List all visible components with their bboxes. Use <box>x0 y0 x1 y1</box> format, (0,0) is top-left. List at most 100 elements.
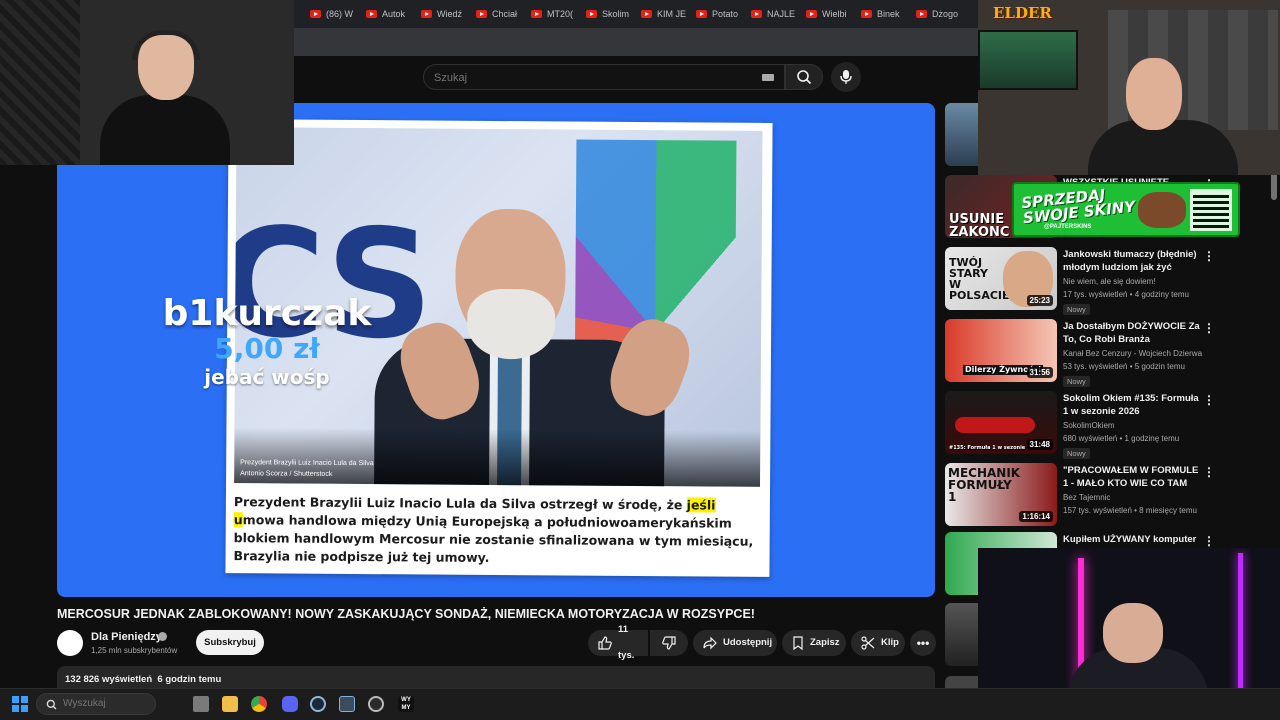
channel-name[interactable]: Dla Pieniędzy <box>91 631 162 643</box>
video-thumbnail[interactable] <box>945 603 978 666</box>
share-icon <box>703 636 717 650</box>
new-badge: Nowy <box>1063 448 1090 459</box>
more-vert-icon[interactable]: ⋮ <box>1203 534 1215 548</box>
save-button[interactable]: Zapisz <box>782 630 846 656</box>
file-explorer-icon[interactable] <box>222 696 238 712</box>
led-light <box>1238 553 1243 703</box>
task-view-icon[interactable] <box>193 696 209 712</box>
streamer-body <box>100 95 230 165</box>
video-title[interactable]: Jankowski tłumaczy (błędnie) młodym ludz… <box>1063 248 1203 274</box>
keyboard-icon[interactable] <box>762 74 774 81</box>
youtube-icon <box>586 10 597 18</box>
video-thumbnail[interactable]: Dilerzy Żywności 31:56 <box>945 319 1057 382</box>
photo-caption: Prezydent Brazylii Luiz Inacio Lula da S… <box>240 459 374 478</box>
subscribe-button[interactable]: Subskrybuj <box>196 630 264 655</box>
obs-icon[interactable] <box>368 696 384 712</box>
scissors-icon <box>861 636 875 650</box>
channel-avatar[interactable] <box>57 630 83 656</box>
donation-message: jebać wośp <box>204 365 330 389</box>
youtube-icon <box>916 10 927 18</box>
video-thumbnail[interactable] <box>945 103 978 166</box>
recommended-video[interactable]: #135: Formuła 1 w sezonie 31:48 Sokolim … <box>945 391 1215 459</box>
voice-search-button[interactable] <box>831 62 861 92</box>
new-badge: Nowy <box>1063 304 1090 315</box>
browser-tab[interactable]: Binek <box>861 6 907 22</box>
search-box <box>423 64 785 90</box>
browser-tab[interactable]: (86) W <box>310 6 356 22</box>
description-box[interactable]: 132 826 wyświetleń 6 godzin temu <box>57 666 935 690</box>
recommended-video[interactable]: TWÓJ STARY W POLSACIE 25:23 Jankowski tł… <box>945 247 1215 315</box>
video-title[interactable]: Ja Dostałbym DOŻYWOCIE Za To, Co Robi Br… <box>1063 320 1203 346</box>
video-meta: 680 wyświetleń • 1 godzinę temu <box>1063 434 1180 443</box>
video-thumbnail[interactable]: MECHANIK FORMUŁY 1 1:16:14 <box>945 463 1057 526</box>
browser-tab[interactable]: KIM JE <box>641 6 687 22</box>
sponsor-text: SPRZEDAJ SWOJE SKINY <box>1020 185 1136 228</box>
more-vert-icon[interactable]: ⋮ <box>1203 465 1215 479</box>
donation-alert: b1kurczak 5,00 zł jebać wośp <box>157 293 377 389</box>
browser-tab[interactable]: Wielbi <box>806 6 852 22</box>
app-icon[interactable]: WY MY <box>398 696 414 712</box>
video-title[interactable]: Sokolim Okiem #135: Formuła 1 w sezonie … <box>1063 392 1203 418</box>
qr-code <box>1190 189 1232 231</box>
discord-icon[interactable] <box>282 696 298 712</box>
browser-tab[interactable]: Chciał <box>476 6 522 22</box>
video-duration: 25:23 <box>1026 295 1053 306</box>
more-vert-icon[interactable]: ⋮ <box>1203 393 1215 407</box>
acoustic-foam <box>0 0 80 165</box>
search-button[interactable] <box>785 64 823 90</box>
clip-button[interactable]: Klip <box>851 630 905 656</box>
taskbar-search[interactable] <box>36 693 156 715</box>
browser-tab[interactable]: Potato <box>696 6 742 22</box>
aquarium <box>978 30 1078 90</box>
search-icon <box>46 699 57 710</box>
recommended-video[interactable]: Dilerzy Żywności 31:56 Ja Dostałbym DOŻY… <box>945 319 1215 387</box>
headphones-icon <box>132 30 200 60</box>
windows-start-icon[interactable] <box>12 696 28 712</box>
chrome-icon[interactable] <box>251 696 267 712</box>
bookmark-icon <box>793 636 803 650</box>
dog-mascot <box>1138 192 1186 228</box>
more-actions-button[interactable]: ••• <box>910 630 936 656</box>
search-icon <box>797 70 812 85</box>
streamer-face <box>1103 603 1163 663</box>
video-channel[interactable]: Bez Tajemnic <box>1063 493 1110 502</box>
youtube-icon <box>696 10 707 18</box>
browser-tab[interactable]: NAJLE <box>751 6 797 22</box>
video-player[interactable]: C S Prezydent Brazylii Luiz Inacio Lula … <box>57 103 935 597</box>
app-icon[interactable] <box>339 696 355 712</box>
webcam-overlay <box>0 0 294 165</box>
video-title[interactable]: "PRACOWAŁEM W FORMULE 1 - MAŁO KTO WIE C… <box>1063 464 1203 490</box>
taskbar-search-input[interactable] <box>63 698 153 709</box>
search-input[interactable] <box>434 70 754 86</box>
like-button[interactable]: 11 tys. <box>588 624 648 661</box>
youtube-icon <box>861 10 872 18</box>
browser-tab[interactable]: Autok <box>366 6 412 22</box>
more-vert-icon[interactable]: ⋮ <box>1203 249 1215 263</box>
dislike-button[interactable] <box>650 630 688 656</box>
video-channel[interactable]: SokolimOkiem <box>1063 421 1115 430</box>
youtube-icon <box>806 10 817 18</box>
taskbar <box>0 688 1280 720</box>
steam-icon[interactable] <box>310 696 326 712</box>
video-duration: 1:16:14 <box>1019 511 1053 522</box>
browser-tab[interactable]: MT20( <box>531 6 577 22</box>
browser-tab[interactable]: Skolim <box>586 6 632 22</box>
video-thumbnail[interactable]: TWÓJ STARY W POLSACIE 25:23 <box>945 247 1057 310</box>
donation-user: b1kurczak <box>162 293 372 334</box>
youtube-icon <box>531 10 542 18</box>
video-channel[interactable]: Nie wiem, ale się dowiem! <box>1063 277 1155 286</box>
video-thumbnail[interactable] <box>945 676 978 688</box>
browser-tab[interactable]: Wiedź <box>421 6 467 22</box>
thumbs-down-icon <box>662 636 676 650</box>
video-thumbnail[interactable]: #135: Formuła 1 w sezonie 31:48 <box>945 391 1057 454</box>
share-button[interactable]: Udostępnij <box>693 630 777 656</box>
video-duration: 31:48 <box>1026 439 1053 450</box>
video-channel[interactable]: Kanał Bez Cenzury - Wojciech Dzierwa <box>1063 349 1202 358</box>
browser-tab[interactable]: Dżogo <box>916 6 966 22</box>
youtube-icon <box>421 10 432 18</box>
publish-time: 6 godzin temu <box>157 674 222 685</box>
more-vert-icon[interactable]: ⋮ <box>1203 321 1215 335</box>
recommended-video[interactable]: MECHANIK FORMUŁY 1 1:16:14 "PRACOWAŁEM W… <box>945 463 1215 529</box>
donation-amount: 5,00 zł <box>214 332 320 365</box>
thumbs-up-icon <box>598 636 612 650</box>
